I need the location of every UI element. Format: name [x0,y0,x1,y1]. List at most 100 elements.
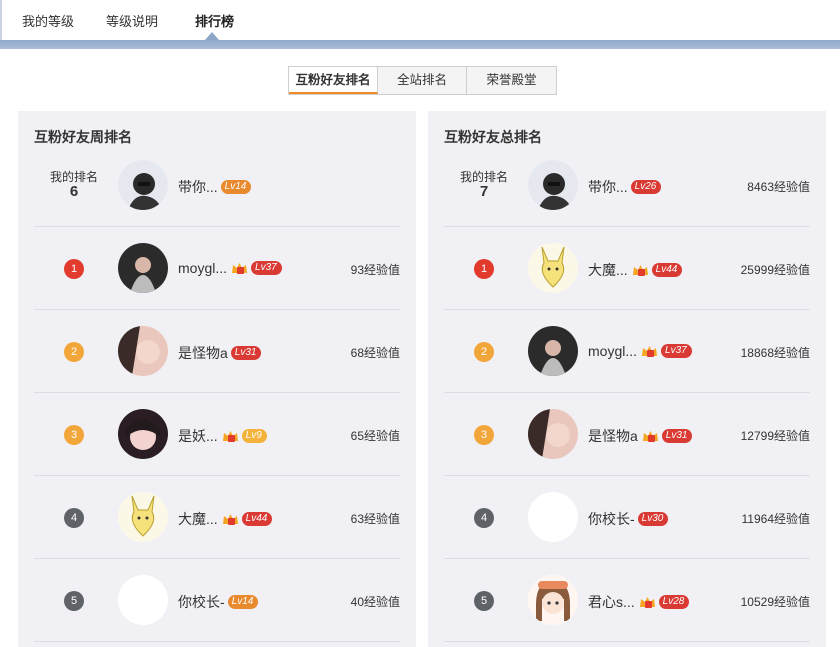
ranking-row: 4 大魔... Lv44 63经验值 [34,476,400,559]
user-name-text[interactable]: 大魔... [178,509,218,529]
tab-my-level[interactable]: 我的等级 [22,11,74,30]
user-name[interactable]: 你校长- Lv14 [178,592,259,612]
user-name[interactable]: 你校长- Lv30 [588,509,669,529]
user-name[interactable]: moygl... Lv37 [588,343,692,359]
user-name[interactable]: 君心s... Lv28 [588,592,690,612]
experience-value: 63经验值 [350,512,400,526]
avatar[interactable] [118,160,168,210]
experience-value: 11964经验值 [741,512,810,526]
ranking-row: 5 你校长- Lv14 40经验值 [34,559,400,642]
experience-value: 18868经验值 [740,346,810,360]
user-name[interactable]: 大魔... Lv44 [588,260,683,280]
user-name[interactable]: 带你... Lv26 [588,177,662,197]
user-name-text[interactable]: 大魔... [588,260,628,280]
segment-hall-of-fame[interactable]: 荣誉殿堂 [467,67,556,94]
level-badge: Lv30 [637,512,669,526]
segment-site-ranking[interactable]: 全站排名 [378,67,467,94]
my-rank-number: 7 [479,183,489,200]
my-rank-number: 6 [69,183,79,200]
rank-badge: 3 [474,425,494,445]
crown-icon [231,261,248,275]
avatar[interactable] [528,409,578,459]
weekly-ranking-panel: 互粉好友周排名 我的排名 6 带你... Lv14 1 moygl... Lv37 … [18,111,416,647]
user-name[interactable]: 是妖... Lv9 [178,426,267,446]
crown-icon [639,595,656,609]
tab-leaderboard[interactable]: 排行榜 [195,11,234,30]
user-name[interactable]: 带你... Lv14 [178,177,252,197]
active-tab-indicator [205,32,219,40]
level-badge: Lv31 [230,346,262,360]
avatar[interactable] [528,492,578,542]
avatar[interactable] [118,409,168,459]
rank-badge: 5 [474,591,494,611]
divider [444,641,810,642]
avatar[interactable] [118,243,168,293]
experience-value: 68经验值 [350,346,400,360]
avatar[interactable] [528,243,578,293]
user-name[interactable]: moygl... Lv37 [178,260,282,276]
experience-value: 93经验值 [350,263,400,277]
ranking-row: 2 是怪物a Lv31 68经验值 [34,310,400,393]
avatar[interactable] [528,160,578,210]
user-name-text[interactable]: 是怪物a [178,343,228,363]
level-badge: Lv31 [661,429,693,443]
segment-mutual-friends[interactable]: 互粉好友排名 [289,67,378,94]
level-badge: Lv44 [241,512,273,526]
ranking-segments: 互粉好友排名 全站排名 荣誉殿堂 [288,66,557,95]
experience-value: 65经验值 [350,429,400,443]
crown-icon [222,512,239,526]
avatar[interactable] [528,575,578,625]
my-rank-row: 我的排名 7 带你... Lv26 8463经验值 [444,144,810,227]
level-badge: Lv14 [227,595,259,609]
user-name-text[interactable]: 你校长- [178,592,225,612]
level-badge: Lv9 [241,429,267,443]
level-badge: Lv37 [251,261,282,275]
level-badge: Lv44 [651,263,683,277]
rank-badge: 4 [64,508,84,528]
user-name-text[interactable]: 带你... [178,177,218,197]
ranking-row: 3 是怪物a Lv31 12799经验值 [444,393,810,476]
level-badge: Lv28 [658,595,690,609]
top-nav: 我的等级 等级说明 排行榜 [0,0,840,40]
ranking-row: 5 君心s... Lv28 10529经验值 [444,559,810,642]
experience-value: 25999经验值 [740,263,810,277]
rank-badge: 2 [64,342,84,362]
level-badge: Lv14 [220,180,252,194]
experience-value: 12799经验值 [740,429,810,443]
ranking-row: 2 moygl... Lv37 18868经验值 [444,310,810,393]
experience-value: 8463经验值 [747,180,810,194]
user-name-text[interactable]: 君心s... [588,592,635,612]
level-badge: Lv37 [661,344,692,358]
crown-icon [642,429,659,443]
user-name-text[interactable]: moygl... [588,343,637,359]
experience-value: 10529经验值 [740,595,810,609]
avatar[interactable] [528,326,578,376]
crown-icon [222,429,239,443]
total-ranking-panel: 互粉好友总排名 我的排名 7 带你... Lv26 8463经验值 1 大魔...… [428,111,826,647]
tab-level-description[interactable]: 等级说明 [106,11,158,30]
user-name-text[interactable]: 是怪物a [588,426,638,446]
ranking-row: 1 大魔... Lv44 25999经验值 [444,227,810,310]
avatar[interactable] [118,492,168,542]
my-rank-row: 我的排名 6 带你... Lv14 [34,144,400,227]
crown-icon [641,344,658,358]
rank-badge: 5 [64,591,84,611]
experience-value: 40经验值 [350,595,400,609]
user-name-text[interactable]: 是妖... [178,426,218,446]
header-bar [0,40,840,49]
user-name[interactable]: 是怪物a Lv31 [588,426,693,446]
divider [34,641,400,642]
rank-badge: 4 [474,508,494,528]
crown-icon [632,263,649,277]
avatar[interactable] [118,326,168,376]
rank-badge: 1 [474,259,494,279]
user-name-text[interactable]: 带你... [588,177,628,197]
ranking-row: 1 moygl... Lv37 93经验值 [34,227,400,310]
rank-badge: 1 [64,259,84,279]
user-name-text[interactable]: 你校长- [588,509,635,529]
user-name-text[interactable]: moygl... [178,260,227,276]
user-name[interactable]: 大魔... Lv44 [178,509,273,529]
avatar[interactable] [118,575,168,625]
rank-badge: 3 [64,425,84,445]
user-name[interactable]: 是怪物a Lv31 [178,343,262,363]
